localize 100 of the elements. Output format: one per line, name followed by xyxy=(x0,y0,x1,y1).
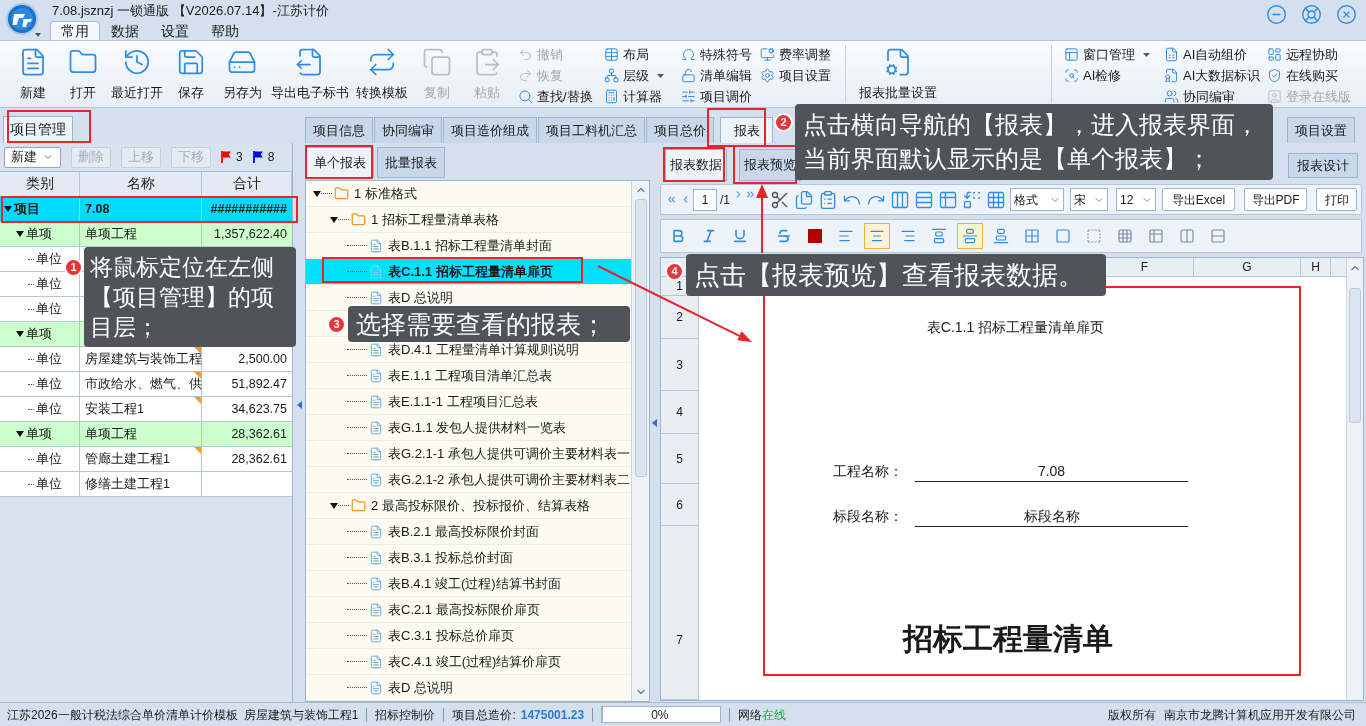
ribbon-item[interactable]: 窗口管理 xyxy=(1064,44,1154,65)
main-tab[interactable]: 项目信息 xyxy=(305,117,373,143)
table-row[interactable]: 单项 单项工程 28,362.61 xyxy=(0,422,292,447)
tree-item[interactable]: 表G.2.1-1 承包人提供可调价主要材料表一 xyxy=(306,441,631,467)
sub-tab[interactable]: 批量报表 xyxy=(377,147,445,178)
page-input[interactable]: 1 xyxy=(693,188,717,211)
expand-caret-icon[interactable] xyxy=(4,205,12,213)
menu-tab[interactable]: 常用 xyxy=(50,21,100,40)
ribbon-button[interactable]: 打开 xyxy=(58,45,108,101)
row-header[interactable]: 3 xyxy=(661,339,698,391)
table-row[interactable]: 单位 管廊土建工程1 28,362.61 xyxy=(0,447,292,472)
format-select[interactable]: 12 xyxy=(1116,188,1156,211)
menu-tab[interactable]: 帮助 xyxy=(200,21,250,40)
menu-tab[interactable]: 数据 xyxy=(100,21,150,40)
ribbon-item[interactable]: 项目调价 xyxy=(681,86,756,107)
ribbon-item[interactable]: 清单编辑 xyxy=(681,65,756,86)
table-row[interactable]: 单位 市政给水、燃气、供 51,892.47 xyxy=(0,372,292,397)
ribbon-item[interactable]: 协同编审 xyxy=(1164,86,1239,107)
tree-item[interactable]: 1 招标工程量清单表格 xyxy=(306,207,631,233)
tree-item[interactable]: 表E.1.1 工程项目清单汇总表 xyxy=(306,363,631,389)
design-button[interactable]: 报表设计 xyxy=(1288,153,1358,178)
scrollbar-thumb[interactable] xyxy=(1349,288,1361,423)
format-button[interactable] xyxy=(864,223,890,249)
column-header[interactable]: G xyxy=(1194,258,1301,276)
toolbar-button[interactable]: 导出Excel xyxy=(1162,188,1235,211)
main-tab[interactable]: 协同编审 xyxy=(374,117,442,143)
format-select[interactable]: 宋 xyxy=(1070,188,1108,211)
ribbon-item[interactable]: 费率调整 xyxy=(760,44,835,65)
table-icon[interactable] xyxy=(938,189,958,210)
ribbon-item[interactable]: 远程协助 xyxy=(1267,44,1342,65)
scissors-icon[interactable] xyxy=(770,189,790,210)
toolbar-button[interactable]: 打印 xyxy=(1316,188,1357,211)
row-header[interactable]: 6 xyxy=(661,484,698,526)
ribbon-item[interactable]: 在线购买 xyxy=(1267,65,1342,86)
expand-caret-icon[interactable] xyxy=(330,215,338,224)
main-tab[interactable]: 项目工料机汇总 xyxy=(538,117,645,143)
main-tab[interactable]: 项目总价 xyxy=(646,117,714,143)
row-header[interactable]: 4 xyxy=(661,391,698,434)
ribbon-button[interactable]: 报表批量设置 xyxy=(848,45,948,101)
ribbon-item[interactable]: AI大数据标识 xyxy=(1164,65,1265,86)
tree-item[interactable]: 表B.4.1 竣工(过程)结算书封面 xyxy=(306,571,631,597)
panel-tab[interactable]: 项目管理 xyxy=(3,116,73,143)
ribbon-item[interactable]: AI自动组价 xyxy=(1164,44,1252,65)
tree-item[interactable]: 表B.3.1 投标总价封面 xyxy=(306,545,631,571)
copy-icon[interactable] xyxy=(794,189,814,210)
lifebuoy-icon[interactable] xyxy=(1301,4,1322,25)
expand-caret-icon[interactable] xyxy=(313,189,321,198)
ribbon-button[interactable]: 导出电子标书 xyxy=(268,45,352,101)
tree-item[interactable]: 表G.2.1-2 承包人提供可调价主要材料表二 xyxy=(306,467,631,493)
tree-item[interactable]: 表D 总说明 xyxy=(306,675,631,701)
collapse-arrow-icon[interactable] xyxy=(297,401,302,409)
ribbon-button[interactable]: 保存 xyxy=(166,45,216,101)
expand-caret-icon[interactable] xyxy=(16,330,24,338)
expand-caret-icon[interactable] xyxy=(330,501,338,510)
column-header[interactable]: H xyxy=(1301,258,1331,276)
ribbon-item[interactable]: AI检修 xyxy=(1064,65,1126,86)
main-tab[interactable]: 项目造价组成 xyxy=(443,117,537,143)
table-row[interactable]: 单位 修缮土建工程1 xyxy=(0,472,292,497)
tree-item[interactable]: 1 标准格式 xyxy=(306,181,631,207)
tree-item[interactable]: 表C.2.1 最高投标限价扉页 xyxy=(306,597,631,623)
toolbar-button[interactable]: 导出PDF xyxy=(1244,188,1307,211)
first-page-icon[interactable] xyxy=(666,194,677,205)
sub-tab[interactable]: 报表数据 xyxy=(665,149,727,181)
tree-item[interactable]: 表E.1.1-1 工程项目汇总表 xyxy=(306,389,631,415)
minimize-icon[interactable] xyxy=(1266,4,1287,25)
grid-icon[interactable] xyxy=(986,189,1006,210)
expand-caret-icon[interactable] xyxy=(16,230,24,238)
close-icon[interactable] xyxy=(1336,4,1357,25)
collapse-arrow-icon[interactable] xyxy=(651,418,657,427)
toolbar-button[interactable]: 新建 xyxy=(4,146,61,168)
table-row[interactable]: 单位 安装工程1 34,623.75 xyxy=(0,397,292,422)
menu-tab[interactable]: 设置 xyxy=(150,21,200,40)
row-header[interactable]: 5 xyxy=(661,434,698,484)
tree-item[interactable]: 表C.3.1 投标总价扉页 xyxy=(306,623,631,649)
tree-item[interactable]: 表G.1.1 发包人提供材料一览表 xyxy=(306,415,631,441)
app-logo-icon[interactable] xyxy=(5,2,41,38)
ribbon-button[interactable]: 另存为 xyxy=(216,45,268,101)
sub-tab[interactable]: 报表预览 xyxy=(739,149,801,181)
replace-icon[interactable] xyxy=(962,189,982,210)
last-page-icon[interactable] xyxy=(745,189,756,200)
tree-item[interactable]: 表C.1.1 招标工程量清单扉页 xyxy=(306,259,631,285)
table-row[interactable]: 单项 单项工程 1,357,622.40 xyxy=(0,222,292,247)
tree-item[interactable]: 2 最高投标限价、投标报价、结算表格 xyxy=(306,493,631,519)
paste-icon[interactable] xyxy=(818,189,838,210)
scrollbar-thumb[interactable] xyxy=(634,199,647,477)
ribbon-button[interactable]: 新建 xyxy=(8,45,58,101)
main-tab[interactable]: 报表 xyxy=(720,117,773,143)
ribbon-item[interactable]: 布局 xyxy=(604,44,653,65)
format-select[interactable]: 格式 xyxy=(1010,188,1064,211)
format-button[interactable] xyxy=(957,223,983,249)
ribbon-item[interactable]: 查找/替换 xyxy=(518,86,597,107)
ribbon-item[interactable]: 计算器 xyxy=(604,86,666,107)
tree-item[interactable]: 表C.4.1 竣工(过程)结算价扉页 xyxy=(306,649,631,675)
ribbon-item[interactable]: 层级 xyxy=(604,65,668,86)
ribbon-button[interactable]: 转换模板 xyxy=(352,45,412,101)
tree-item[interactable]: 表B.2.1 最高投标限价封面 xyxy=(306,519,631,545)
table-columns-icon[interactable] xyxy=(890,189,910,210)
expand-caret-icon[interactable] xyxy=(16,430,24,438)
ribbon-item[interactable]: 项目设置 xyxy=(760,65,835,86)
row-header[interactable]: 7 xyxy=(661,526,698,700)
